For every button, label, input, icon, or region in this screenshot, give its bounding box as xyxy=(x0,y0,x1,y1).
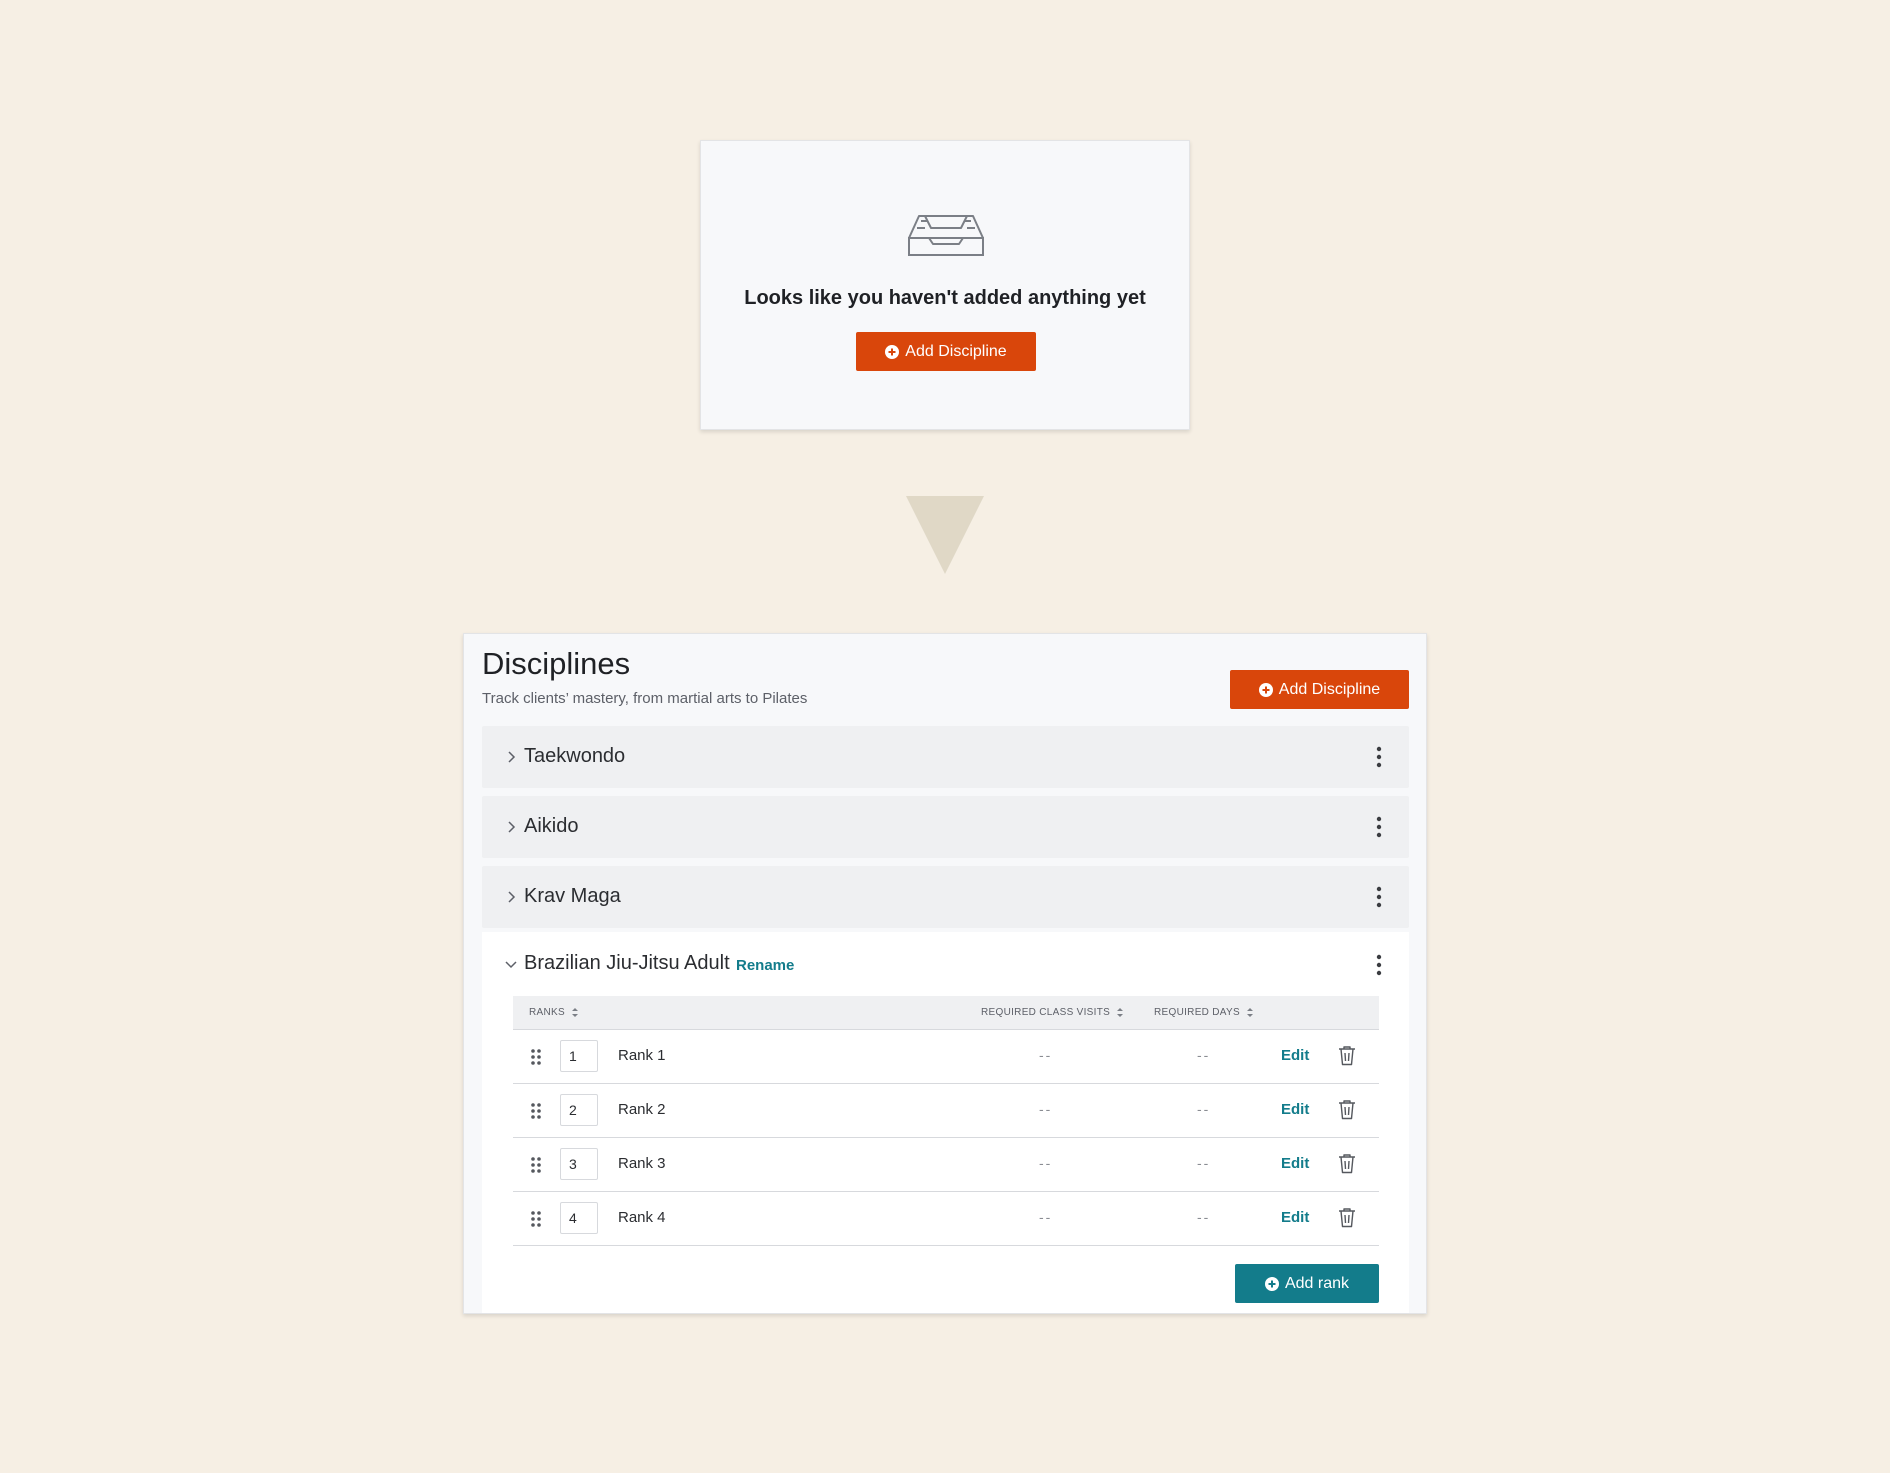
column-label: REQUIRED DAYS xyxy=(1154,1007,1240,1018)
more-options-icon[interactable] xyxy=(1376,954,1382,976)
discipline-row-taekwondo[interactable]: Taekwondo xyxy=(482,726,1409,788)
add-rank-label: Add rank xyxy=(1284,1274,1350,1292)
sort-icon[interactable] xyxy=(1246,1007,1254,1018)
column-label: RANKS xyxy=(529,1007,565,1018)
rank-order-input[interactable] xyxy=(560,1148,598,1180)
chevron-right-icon[interactable] xyxy=(506,890,516,904)
chevron-down-icon[interactable] xyxy=(504,959,518,969)
sort-icon[interactable] xyxy=(571,1007,579,1018)
rank-name: Rank 2 xyxy=(618,1101,666,1118)
drag-handle-icon[interactable] xyxy=(531,1049,541,1065)
plus-circle-icon xyxy=(1264,1276,1279,1291)
down-triangle-icon xyxy=(906,496,984,574)
table-row: Rank 4 -- -- Edit xyxy=(513,1192,1379,1246)
required-class-visits-value: -- xyxy=(1039,1047,1053,1063)
sort-icon[interactable] xyxy=(1116,1007,1124,1018)
edit-rank-link[interactable]: Edit xyxy=(1281,1155,1309,1172)
page-title: Disciplines xyxy=(482,646,631,681)
table-row: Rank 3 -- -- Edit xyxy=(513,1138,1379,1192)
rank-order-input[interactable] xyxy=(560,1040,598,1072)
discipline-name: Taekwondo xyxy=(524,745,626,767)
chevron-right-icon[interactable] xyxy=(506,750,516,764)
discipline-name: Brazilian Jiu-Jitsu Adult xyxy=(524,952,730,974)
discipline-row-aikido[interactable]: Aikido xyxy=(482,796,1409,858)
trash-icon[interactable] xyxy=(1338,1045,1356,1066)
table-row: Rank 2 -- -- Edit xyxy=(513,1084,1379,1138)
drag-handle-icon[interactable] xyxy=(531,1103,541,1119)
empty-add-discipline-label: Add Discipline xyxy=(905,342,1007,360)
discipline-expanded-bjj: Brazilian Jiu-Jitsu Adult Rename RANKS R… xyxy=(482,932,1409,1313)
trash-icon[interactable] xyxy=(1338,1153,1356,1174)
trash-icon[interactable] xyxy=(1338,1207,1356,1228)
rank-order-input[interactable] xyxy=(560,1094,598,1126)
trash-icon[interactable] xyxy=(1338,1099,1356,1120)
rename-link[interactable]: Rename xyxy=(736,957,794,974)
more-options-icon[interactable] xyxy=(1376,816,1382,838)
drag-handle-icon[interactable] xyxy=(531,1157,541,1173)
more-options-icon[interactable] xyxy=(1376,746,1382,768)
page-subtitle: Track clients’ mastery, from martial art… xyxy=(482,690,808,707)
table-row: Rank 1 -- -- Edit xyxy=(513,1030,1379,1084)
required-days-value: -- xyxy=(1197,1209,1211,1225)
rank-name: Rank 1 xyxy=(618,1047,666,1064)
ranks-table-header: RANKS REQUIRED CLASS VISITS REQUIRED DAY… xyxy=(513,996,1379,1030)
empty-state-message: Looks like you haven't added anything ye… xyxy=(744,287,1146,309)
add-rank-button[interactable]: Add rank xyxy=(1235,1264,1379,1303)
edit-rank-link[interactable]: Edit xyxy=(1281,1101,1309,1118)
required-days-value: -- xyxy=(1197,1101,1211,1117)
add-discipline-button[interactable]: Add Discipline xyxy=(1230,670,1409,709)
rank-order-input[interactable] xyxy=(560,1202,598,1234)
required-class-visits-value: -- xyxy=(1039,1155,1053,1171)
rank-name: Rank 4 xyxy=(618,1209,666,1226)
empty-state-card: Looks like you haven't added anything ye… xyxy=(700,140,1190,430)
column-header-ranks[interactable]: RANKS xyxy=(529,1007,579,1018)
column-header-required-days[interactable]: REQUIRED DAYS xyxy=(1154,1007,1254,1018)
required-class-visits-value: -- xyxy=(1039,1209,1053,1225)
edit-rank-link[interactable]: Edit xyxy=(1281,1209,1309,1226)
column-header-required-class-visits[interactable]: REQUIRED CLASS VISITS xyxy=(981,1007,1124,1018)
discipline-name: Aikido xyxy=(524,815,579,837)
inbox-tray-icon xyxy=(908,215,984,256)
add-discipline-label: Add Discipline xyxy=(1278,680,1381,698)
drag-handle-icon[interactable] xyxy=(531,1211,541,1227)
empty-add-discipline-button[interactable]: Add Discipline xyxy=(856,332,1036,371)
plus-circle-icon xyxy=(1258,682,1273,697)
column-label: REQUIRED CLASS VISITS xyxy=(981,1007,1111,1018)
required-days-value: -- xyxy=(1197,1155,1211,1171)
disciplines-panel: Disciplines Track clients’ mastery, from… xyxy=(463,633,1427,1314)
discipline-row-krav-maga[interactable]: Krav Maga xyxy=(482,866,1409,928)
more-options-icon[interactable] xyxy=(1376,886,1382,908)
required-days-value: -- xyxy=(1197,1047,1211,1063)
discipline-name: Krav Maga xyxy=(524,885,621,907)
plus-circle-icon xyxy=(885,344,900,359)
rank-name: Rank 3 xyxy=(618,1155,666,1172)
required-class-visits-value: -- xyxy=(1039,1101,1053,1117)
edit-rank-link[interactable]: Edit xyxy=(1281,1047,1309,1064)
chevron-right-icon[interactable] xyxy=(506,820,516,834)
ranks-table: RANKS REQUIRED CLASS VISITS REQUIRED DAY… xyxy=(513,996,1379,1246)
